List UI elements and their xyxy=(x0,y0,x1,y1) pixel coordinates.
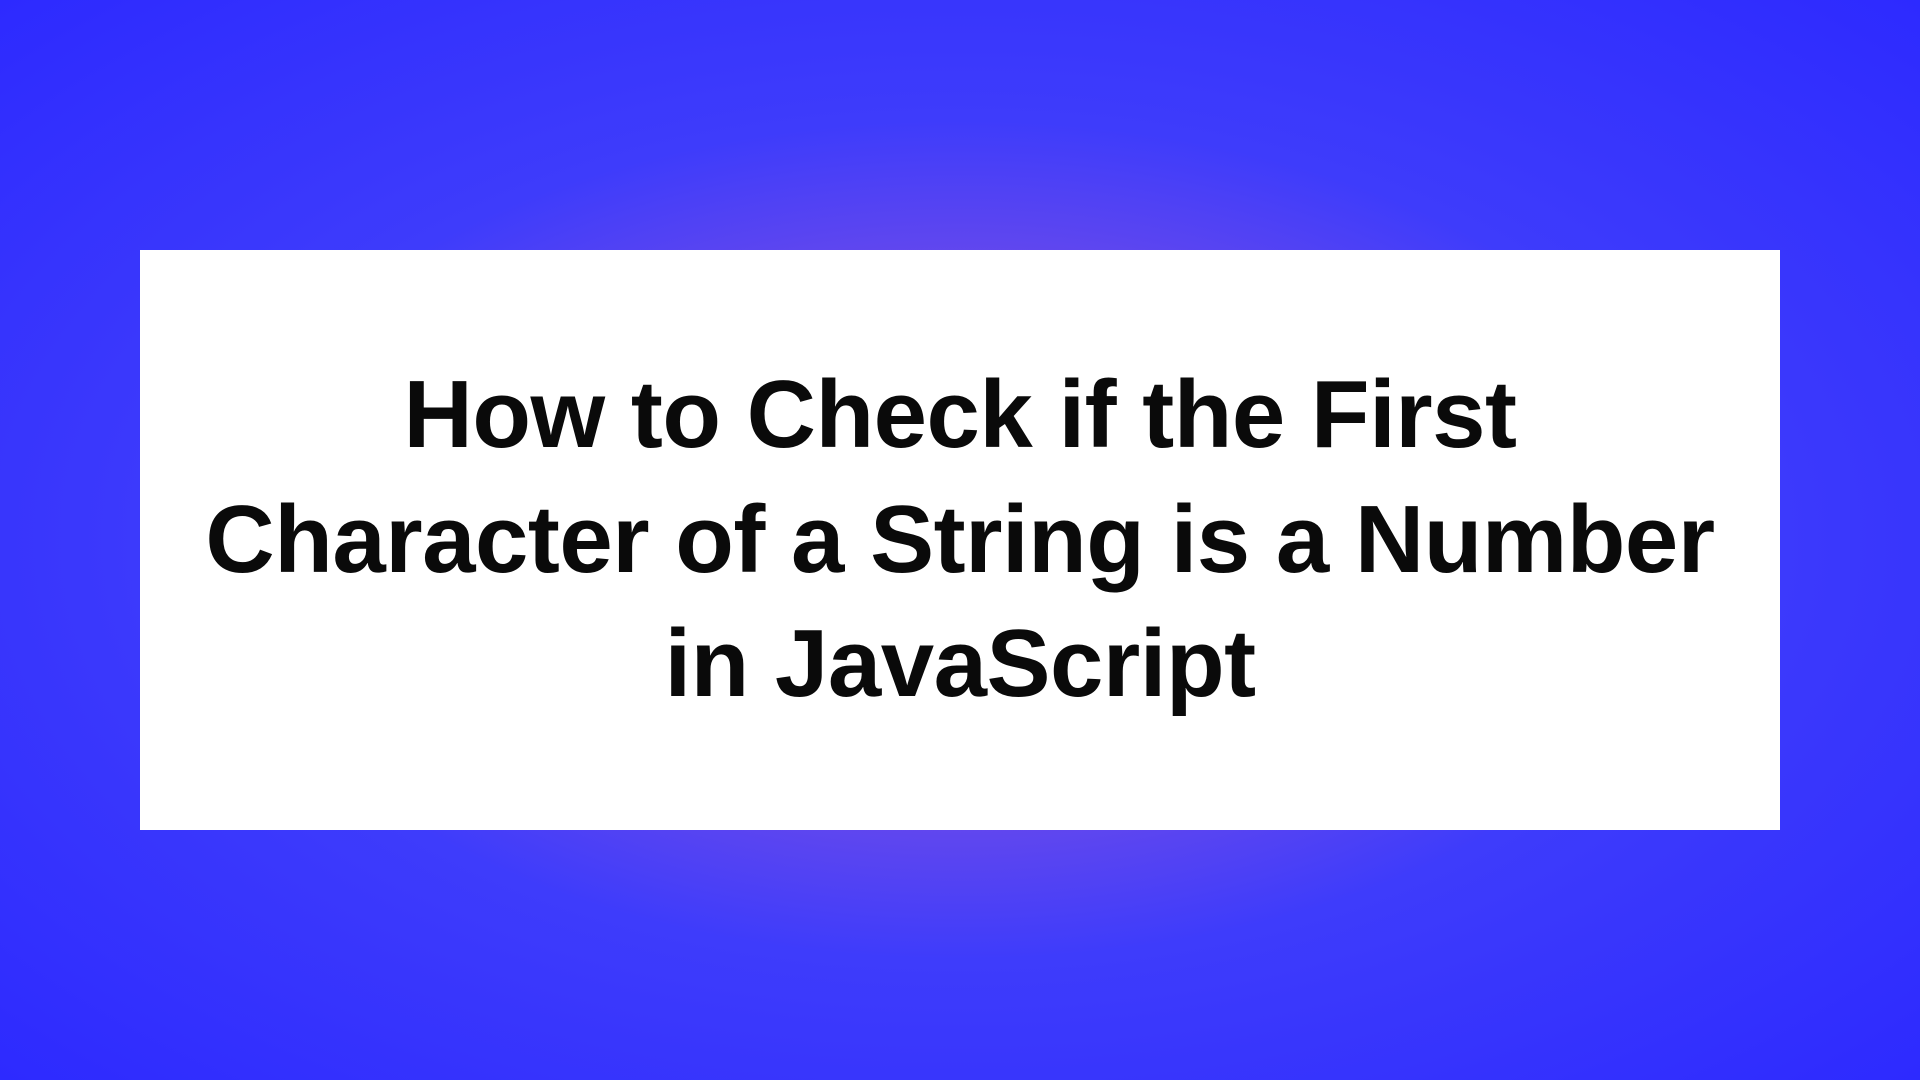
title-card: How to Check if the First Character of a… xyxy=(140,250,1780,830)
article-title: How to Check if the First Character of a… xyxy=(200,353,1720,727)
